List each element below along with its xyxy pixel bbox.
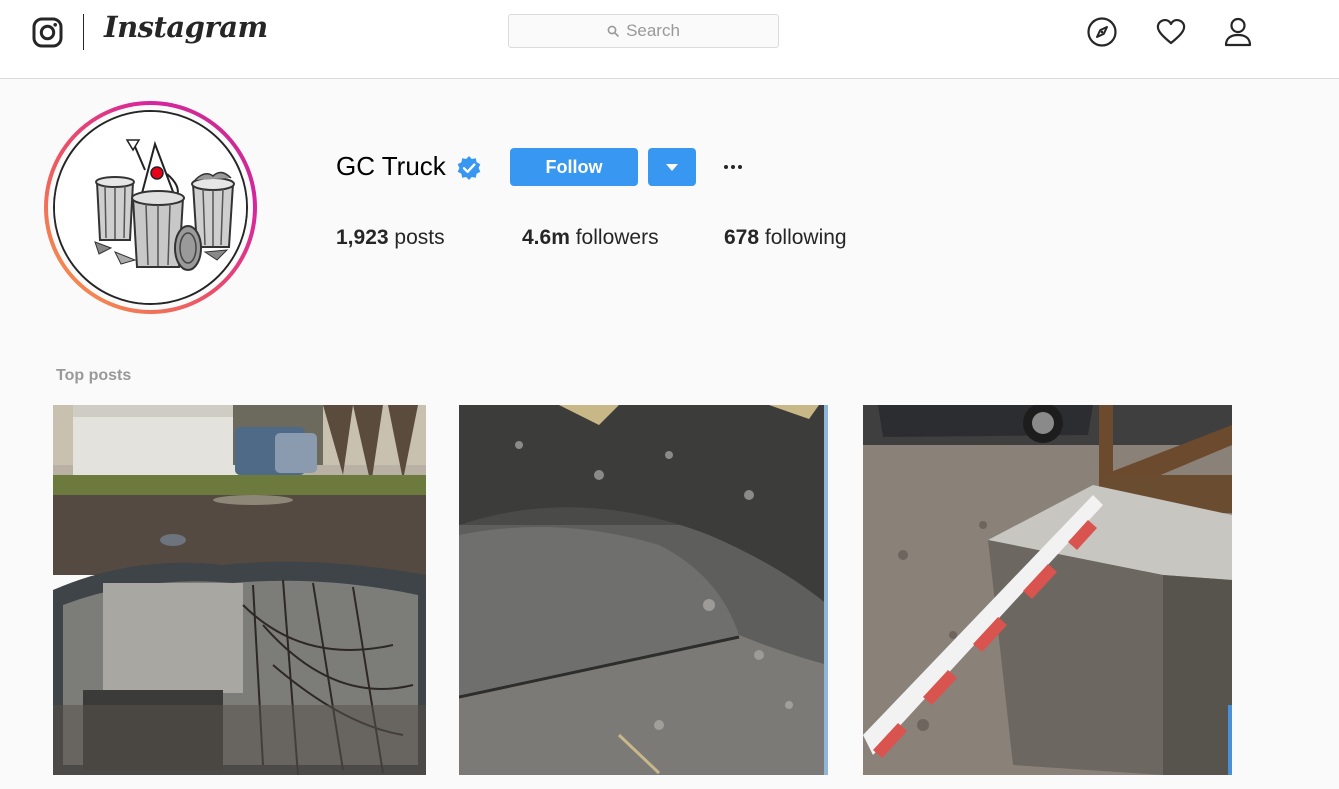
puddle-photo: [53, 405, 426, 775]
asphalt-photo: [459, 405, 828, 775]
avatar: [53, 110, 248, 305]
more-dot: [738, 165, 742, 169]
caret-down-icon: [666, 163, 678, 171]
followers-label: followers: [575, 226, 659, 249]
top-nav-bar: Instagram Search: [0, 0, 1339, 79]
posts-count: 1,923: [336, 226, 389, 249]
following-count-stat[interactable]: 678 following: [724, 226, 847, 250]
trash-cans-mascot-illustration: [55, 112, 246, 303]
search-placeholder: Search: [626, 21, 680, 40]
heart-icon[interactable]: [1155, 16, 1187, 48]
avatar-ring-gap: [48, 105, 253, 310]
person-icon[interactable]: [1222, 16, 1254, 48]
following-label: following: [764, 226, 847, 249]
verified-badge-icon: [457, 156, 481, 180]
follow-button[interactable]: Follow: [510, 148, 638, 186]
suggested-dropdown-button[interactable]: [648, 148, 696, 186]
profile-avatar-ring[interactable]: [44, 101, 257, 314]
posts-count-stat: 1,923 posts: [336, 226, 445, 250]
logo-divider: [83, 14, 84, 50]
profile-username: GC Truck: [336, 151, 446, 181]
post-thumbnail-puddle[interactable]: [53, 405, 426, 775]
top-posts-heading: Top posts: [56, 367, 132, 384]
posts-label: posts: [394, 226, 445, 249]
instagram-wordmark[interactable]: Instagram: [104, 10, 268, 44]
more-dot: [724, 165, 728, 169]
more-dot: [731, 165, 735, 169]
followers-count: 4.6m: [522, 226, 570, 249]
camera-logo-icon[interactable]: [32, 17, 63, 48]
more-options-button[interactable]: [718, 150, 748, 184]
following-count: 678: [724, 226, 760, 249]
concrete-photo: [863, 405, 1232, 775]
post-thumbnail-asphalt[interactable]: [459, 405, 828, 775]
compass-icon[interactable]: [1086, 16, 1118, 48]
post-thumbnail-concrete[interactable]: [863, 405, 1232, 775]
search-input[interactable]: Search: [508, 14, 779, 48]
followers-count-stat[interactable]: 4.6m followers: [522, 226, 659, 250]
search-icon: [607, 25, 619, 37]
